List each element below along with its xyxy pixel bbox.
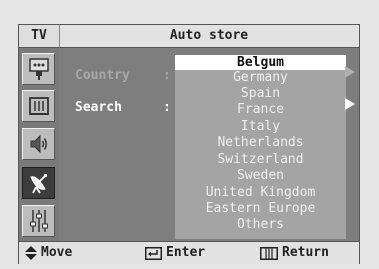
search-separator: : (163, 100, 171, 115)
menu-return-icon (260, 246, 278, 260)
country-dropdown-list[interactable]: Belgum Germany Spain France Italy Nether… (175, 55, 346, 239)
sidebar-item-setup[interactable] (22, 205, 55, 237)
move-hint-label: Move (41, 245, 73, 260)
country-label[interactable]: Country (75, 68, 130, 83)
list-item[interactable]: France (175, 102, 346, 117)
enter-key-icon (145, 246, 162, 260)
menu-header: TV Auto store (19, 25, 359, 48)
enter-hint: Enter (145, 242, 205, 264)
country-right-arrow-icon (345, 66, 355, 78)
return-hint: Return (260, 242, 329, 264)
return-hint-label: Return (282, 245, 329, 260)
setup-sliders-icon (29, 210, 48, 232)
list-item[interactable]: Sweden (175, 168, 346, 183)
sidebar-item-channel[interactable] (22, 167, 55, 199)
tv-input-icon (28, 58, 49, 80)
sidebar-item-sound[interactable] (22, 128, 55, 160)
source-label: TV (19, 25, 60, 47)
enter-hint-label: Enter (166, 245, 206, 260)
search-label[interactable]: Search (75, 100, 122, 115)
speaker-icon (30, 134, 47, 154)
list-item[interactable]: Netherlands (175, 135, 346, 150)
list-item[interactable]: Italy (175, 119, 346, 134)
sidebar-item-picture[interactable] (22, 90, 55, 122)
list-item[interactable]: Eastern Europe (175, 201, 346, 216)
picture-icon (28, 97, 49, 115)
help-bar: Move Enter Return (19, 241, 359, 264)
category-sidebar (19, 48, 59, 241)
menu-title: Auto store (169, 28, 249, 43)
sidebar-item-input[interactable] (22, 53, 55, 85)
country-separator: : (163, 68, 171, 83)
search-right-arrow-icon (345, 98, 355, 110)
list-item[interactable]: Spain (175, 86, 346, 101)
list-item[interactable]: Germany (175, 70, 346, 85)
move-hint: Move (25, 242, 72, 264)
list-item[interactable]: United Kingdom (175, 185, 346, 200)
satellite-dish-icon (29, 173, 47, 194)
list-item[interactable]: Belgum (175, 55, 346, 70)
list-item[interactable]: Others (175, 217, 346, 232)
list-item[interactable]: Switzerland (175, 152, 346, 167)
up-down-arrows-icon (25, 246, 37, 260)
osd-menu: TV Auto store Country: Search: Belgum … (18, 24, 360, 264)
